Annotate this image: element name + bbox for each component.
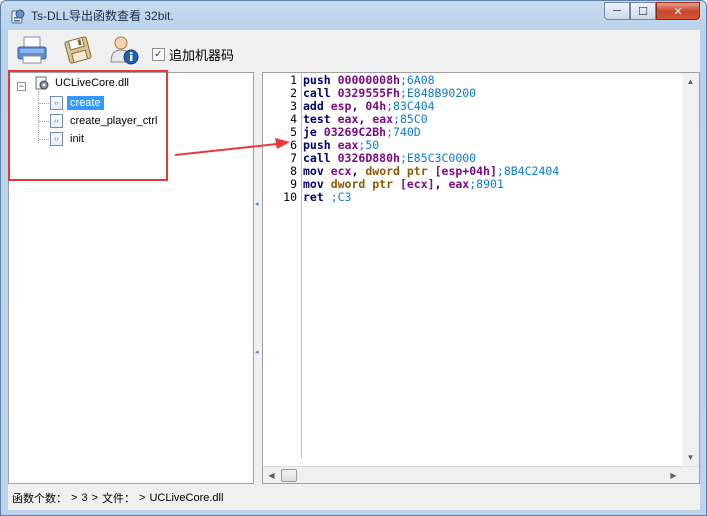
mnemonic: push xyxy=(303,138,338,152)
operand: esp xyxy=(330,99,352,113)
toolbar: ✓ 追加机器码 xyxy=(8,30,700,70)
operand: 03269C2Bh xyxy=(323,125,387,139)
save-disk-icon xyxy=(64,36,92,64)
scroll-thumb[interactable] xyxy=(281,469,297,482)
operand: 04h xyxy=(365,99,387,113)
machine-code: ;8B4C2404 xyxy=(496,164,560,178)
mnemonic: je xyxy=(303,125,324,139)
mnemonic: call xyxy=(303,86,338,100)
annotation-arrow-icon xyxy=(174,138,290,156)
mnemonic: add xyxy=(303,99,331,113)
mnemonic: call xyxy=(303,151,338,165)
vertical-scrollbar[interactable]: ▲ ▼ xyxy=(682,73,699,466)
printer-icon xyxy=(17,36,47,64)
mnemonic: test xyxy=(303,112,338,126)
scroll-down-button[interactable]: ▼ xyxy=(682,449,699,466)
print-button[interactable] xyxy=(16,34,48,66)
operand: eax xyxy=(337,112,359,126)
operand: , xyxy=(351,99,366,113)
machine-code: ;E85C3C0000 xyxy=(399,151,477,165)
operand: dword ptr xyxy=(330,177,400,191)
minimize-icon: ─ xyxy=(613,5,621,17)
operand: 0329555Fh xyxy=(337,86,400,100)
operand: eax xyxy=(337,138,359,152)
minimize-button[interactable]: ─ xyxy=(604,2,630,20)
horizontal-scrollbar[interactable]: ◀ ▶ xyxy=(263,466,699,483)
line-number: 10 xyxy=(283,190,297,204)
annotation-highlight-box xyxy=(8,70,168,181)
operand: , xyxy=(358,112,373,126)
disassembly-code[interactable]: 1 push 00000008h;6A08 2 call 0329555Fh;E848… xyxy=(263,74,559,204)
machine-code: ;50 xyxy=(358,138,380,152)
app-icon xyxy=(11,9,25,24)
arrow-left-icon: ◀ xyxy=(268,471,275,480)
operand: [esp+04h] xyxy=(434,164,497,178)
machine-code: ;83C404 xyxy=(386,99,435,113)
mnemonic: mov xyxy=(303,164,331,178)
operand: , xyxy=(351,164,366,178)
status-separator: > xyxy=(139,492,146,504)
mnemonic: mov xyxy=(303,177,331,191)
window-title: Ts-DLL导出函数查看 32bit. xyxy=(31,9,174,23)
scroll-up-button[interactable]: ▲ xyxy=(682,73,699,90)
operand: , xyxy=(434,177,449,191)
function-count-label: 函数个数： xyxy=(12,493,67,505)
append-machine-code-checkbox[interactable]: ✓ xyxy=(152,48,165,61)
operand: [ecx] xyxy=(399,177,435,191)
machine-code: ;740D xyxy=(386,125,421,139)
instruction: ret ;C3 xyxy=(303,191,351,204)
append-machine-code-label: 追加机器码 xyxy=(169,48,235,63)
operand: 0326D880h xyxy=(337,151,400,165)
file-label: 文件： xyxy=(102,493,135,505)
arrow-down-icon: ▼ xyxy=(686,453,695,462)
check-icon: ✓ xyxy=(154,48,163,60)
operand: dword ptr xyxy=(365,164,435,178)
status-bar: 函数个数： > 3 > 文件： > UCLiveCore.dll xyxy=(8,486,700,510)
code-line[interactable]: 10 ret ;C3 xyxy=(263,191,559,204)
user-info-icon xyxy=(110,36,139,65)
operand: eax xyxy=(372,112,394,126)
maximize-icon: ☐ xyxy=(638,5,648,18)
machine-code: ;8901 xyxy=(469,177,504,191)
caption-buttons: ─ ☐ ✕ xyxy=(604,2,700,21)
app-window: Ts-DLL导出函数查看 32bit. ─ ☐ ✕ ✓ 追加机器码 − UCLi… xyxy=(0,0,707,516)
maximize-button[interactable]: ☐ xyxy=(630,2,656,20)
title-bar[interactable]: Ts-DLL导出函数查看 32bit. ─ ☐ ✕ xyxy=(1,1,706,29)
close-button[interactable]: ✕ xyxy=(656,2,700,20)
function-count: 3 xyxy=(81,492,88,504)
operand: 00000008h xyxy=(337,73,400,87)
splitter-arrow-icon: ◂ xyxy=(255,349,259,356)
arrow-up-icon: ▲ xyxy=(686,77,695,86)
status-separator: > xyxy=(71,492,78,504)
disassembly-view[interactable]: 1 push 00000008h;6A08 2 call 0329555Fh;E848… xyxy=(262,72,700,484)
close-icon: ✕ xyxy=(673,5,683,18)
scroll-left-button[interactable]: ◀ xyxy=(263,467,280,484)
client-area: ✓ 追加机器码 − UCLiveCore.dll ‹› create ‹› cr… xyxy=(8,30,700,510)
machine-code: ;6A08 xyxy=(399,73,435,87)
panel-splitter[interactable]: ◂ ◂ xyxy=(254,72,262,484)
append-machine-code-toggle[interactable]: ✓ 追加机器码 xyxy=(152,45,234,64)
save-button[interactable] xyxy=(62,34,94,66)
status-separator: > xyxy=(91,492,98,504)
operand: eax xyxy=(448,177,470,191)
arrow-right-icon: ▶ xyxy=(670,471,677,480)
operand: ecx xyxy=(330,164,352,178)
machine-code: ;C3 xyxy=(330,190,352,204)
mnemonic: ret xyxy=(303,190,331,204)
about-button[interactable] xyxy=(108,34,140,66)
mnemonic: push xyxy=(303,73,338,87)
splitter-arrow-icon: ◂ xyxy=(255,201,259,208)
machine-code: ;85C0 xyxy=(393,112,428,126)
scroll-right-button[interactable]: ▶ xyxy=(665,467,682,484)
file-name: UCLiveCore.dll xyxy=(149,492,224,504)
machine-code: ;E848B90200 xyxy=(399,86,477,100)
